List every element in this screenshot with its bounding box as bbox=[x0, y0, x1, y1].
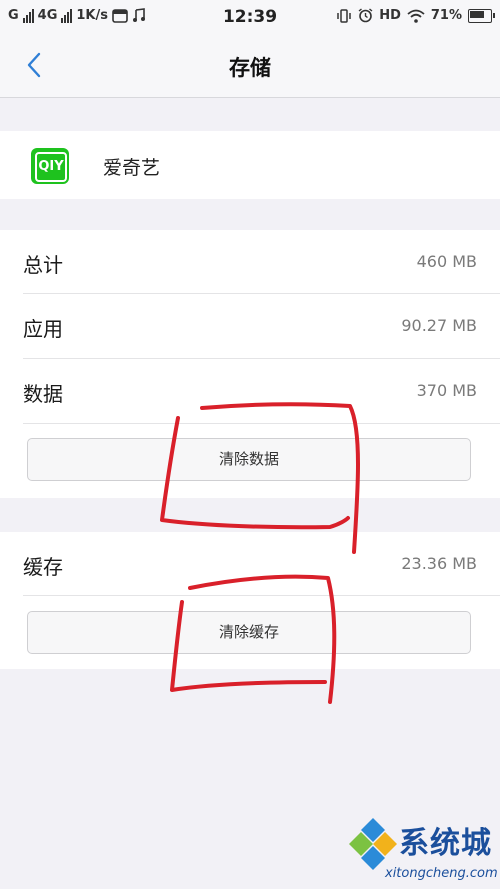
cache-row: 缓存 23.36 MB bbox=[23, 532, 500, 596]
row-value: 460 MB bbox=[416, 252, 477, 271]
watermark: 系统城 xitongcheng.com bbox=[345, 810, 498, 888]
storage-row-total: 总计 460 MB bbox=[23, 230, 500, 294]
storage-row-app: 应用 90.27 MB bbox=[23, 294, 500, 358]
watermark-logo-icon bbox=[349, 818, 397, 870]
vibrate-icon bbox=[337, 8, 351, 23]
row-label: 缓存 bbox=[23, 555, 63, 579]
battery-percent: 71% bbox=[430, 8, 462, 23]
app-info-card: QIY 爱奇艺 bbox=[0, 131, 500, 199]
storage-row-data: 数据 370 MB bbox=[23, 359, 500, 423]
row-value: 23.36 MB bbox=[401, 554, 477, 573]
row-value: 90.27 MB bbox=[401, 316, 477, 335]
storage-card: 总计 460 MB 应用 90.27 MB 数据 370 MB 清除数据 bbox=[0, 230, 500, 498]
wifi-icon bbox=[407, 9, 425, 23]
divider bbox=[23, 423, 500, 424]
battery-icon bbox=[468, 8, 495, 23]
hd-label: HD bbox=[379, 8, 401, 23]
divider bbox=[23, 595, 500, 596]
app-logo: QIY bbox=[31, 148, 69, 184]
app-name: 爱奇艺 bbox=[103, 157, 161, 179]
page-title: 存储 bbox=[229, 56, 271, 80]
status-bar: G 4G 1K/s 12:39 HD 71% bbox=[0, 0, 500, 34]
watermark-brand: 系统城 bbox=[399, 826, 492, 861]
status-right: HD 71% bbox=[336, 8, 495, 23]
row-label: 数据 bbox=[23, 382, 63, 406]
row-value: 370 MB bbox=[416, 381, 477, 400]
watermark-url: xitongcheng.com bbox=[385, 866, 498, 881]
clear-cache-button[interactable]: 清除缓存 bbox=[27, 611, 471, 654]
back-button[interactable] bbox=[20, 50, 50, 80]
chevron-left-icon bbox=[27, 52, 41, 78]
alarm-icon bbox=[358, 8, 373, 23]
row-label: 总计 bbox=[23, 253, 63, 277]
app-logo-text: QIY bbox=[35, 152, 67, 182]
clear-data-button[interactable]: 清除数据 bbox=[27, 438, 471, 481]
cache-card: 缓存 23.36 MB 清除缓存 bbox=[0, 532, 500, 669]
nav-bar: 存储 bbox=[0, 34, 500, 98]
row-label: 应用 bbox=[23, 317, 63, 341]
